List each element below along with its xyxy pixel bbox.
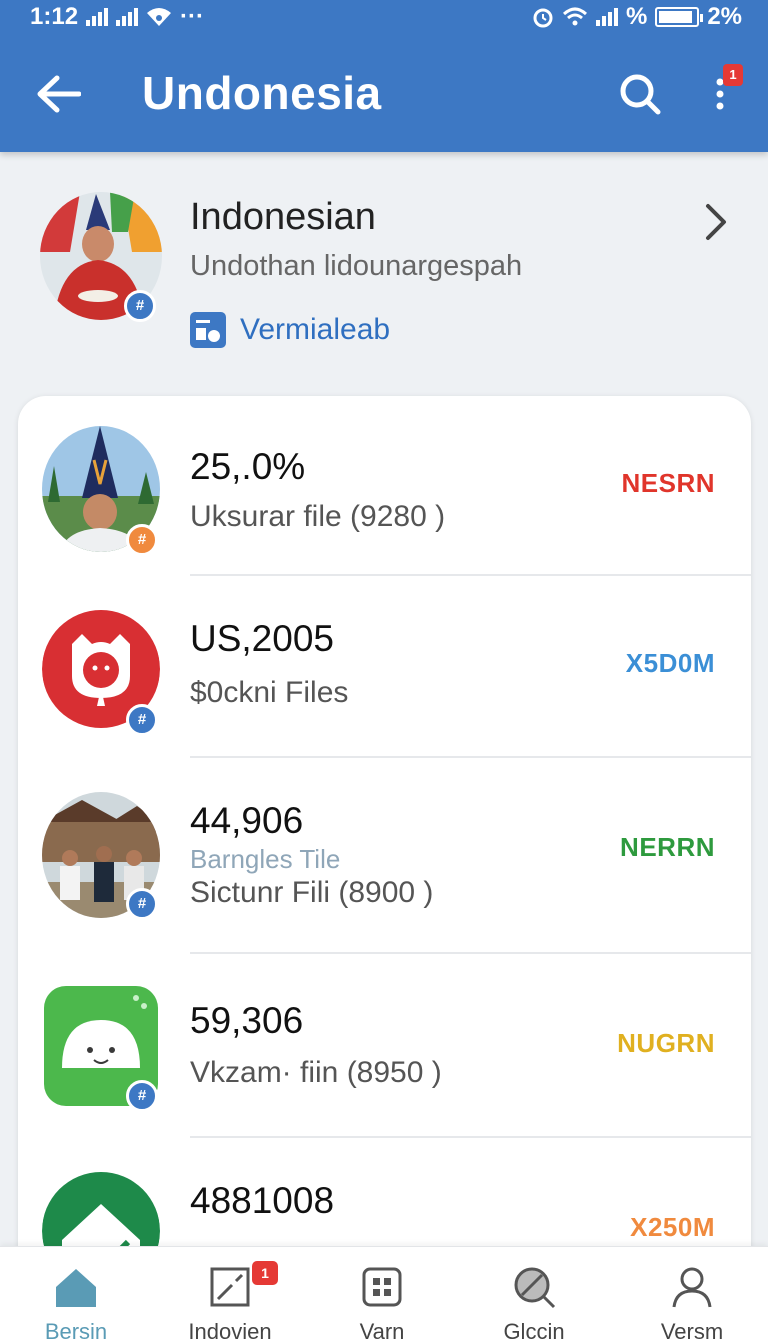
nav-label: Versm	[660, 1319, 724, 1344]
list-item-1[interactable]: # 25,.0% Uksurar file (9280 ) NESRN	[18, 396, 751, 576]
notification-badge: 1	[723, 64, 743, 86]
status-time: 1:12	[30, 3, 79, 30]
page-title: Undonesia	[142, 67, 382, 119]
signal-icon-right	[595, 8, 618, 26]
list-item-4[interactable]: # 59,306 Vkzam· fiin (8950 ) NUGRN	[18, 954, 751, 1138]
status-right: % 2%	[532, 3, 742, 31]
app-bar: Undonesia	[0, 40, 768, 150]
list-detail: Uksurar file (9280 )	[190, 500, 446, 533]
nav-badge: 1	[252, 1261, 278, 1285]
status-bar: 1:12 ··· % 2%	[0, 0, 768, 34]
list-value: US,2005	[190, 618, 334, 659]
wifi-icon	[147, 8, 172, 26]
list-item-3[interactable]: # 44,906 Barngles Tile Sictunr Fili (890…	[18, 758, 751, 954]
battery-icon	[655, 7, 704, 27]
bottom-navigation: Bersin 1 Indovien Varn Glccin Versm	[0, 1246, 768, 1344]
list-detail: Vkzam· fiin (8950 )	[190, 1056, 442, 1089]
list-value: 59,306	[190, 1000, 304, 1041]
list-badge: #	[126, 888, 158, 920]
list-value: 44,906	[190, 800, 304, 841]
document-icon	[210, 1267, 250, 1307]
list-detail: Sictunr Fili (8900 )	[190, 876, 434, 909]
nav-label: Varn	[359, 1319, 405, 1344]
list-value: 4881008	[190, 1180, 335, 1221]
profile-name: Indonesian	[190, 196, 376, 238]
wifi-icon-right	[562, 7, 587, 26]
nav-item-varn[interactable]: Varn	[312, 1247, 452, 1344]
profile-subtitle: Undothan lidounargespah	[190, 250, 523, 282]
profile-link[interactable]: Vermialeab	[190, 312, 390, 348]
list-item-2[interactable]: # US,2005 $0ckni Files X5D0M	[18, 576, 751, 758]
list-status: X5D0M	[625, 648, 715, 678]
back-button[interactable]	[28, 66, 88, 122]
status-percent-symbol: %	[625, 3, 648, 30]
signal-icon	[86, 8, 109, 26]
search-slash-icon	[514, 1267, 556, 1309]
nav-label: Bersin	[44, 1319, 108, 1344]
search-icon	[620, 74, 661, 115]
nav-label: Indovien	[188, 1319, 272, 1344]
profile-link-label: Vermialeab	[240, 313, 391, 346]
nav-item-glccin[interactable]: Glccin	[464, 1247, 604, 1344]
nav-label: Glccin	[503, 1319, 565, 1344]
list-status: NUGRN	[617, 1028, 715, 1058]
top-bar: 1:12 ··· % 2% Undonesia 1	[0, 0, 768, 152]
list-status: X250M	[630, 1212, 715, 1242]
home-icon	[56, 1269, 96, 1307]
list-tag: Barngles Tile	[190, 844, 341, 874]
list-status: NERRN	[620, 832, 715, 862]
user-icon	[672, 1267, 712, 1308]
list-badge: #	[126, 1080, 158, 1112]
list-badge: #	[126, 704, 158, 736]
profile-header[interactable]: # Indonesian Undothan lidounargespah Ver…	[0, 172, 768, 372]
alarm-icon	[533, 8, 553, 28]
list-card: # 25,.0% Uksurar file (9280 ) NESRN # US…	[18, 396, 751, 1296]
battery-fill	[659, 11, 692, 23]
status-left: 1:12 ···	[30, 3, 204, 31]
arrow-left-icon	[37, 75, 81, 113]
nav-item-bersin[interactable]: Bersin	[6, 1247, 146, 1344]
list-status: NESRN	[621, 468, 715, 498]
chevron-right-icon	[706, 204, 726, 240]
signal-icon-2	[116, 8, 139, 26]
list-detail: $0ckni Files	[190, 676, 349, 709]
profile-verified-badge: #	[124, 290, 156, 322]
grid-icon	[362, 1267, 402, 1307]
search-button[interactable]	[610, 66, 670, 122]
edit-icon	[190, 312, 226, 348]
nav-item-versm[interactable]: Versm	[622, 1247, 762, 1344]
list-value: 25,.0%	[190, 446, 306, 487]
battery-text: 2%	[707, 3, 742, 30]
nav-item-indovien[interactable]: 1 Indovien	[160, 1247, 300, 1344]
status-overflow: ···	[180, 3, 205, 30]
list-badge: #	[126, 524, 158, 556]
